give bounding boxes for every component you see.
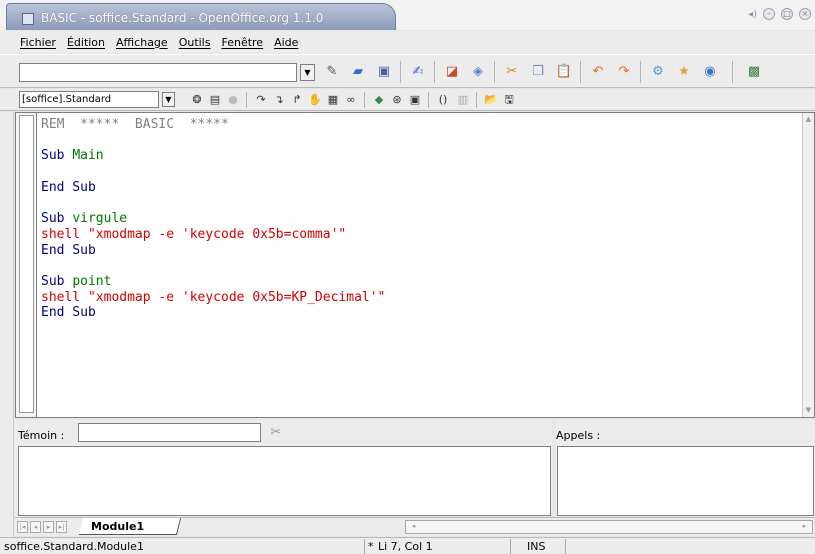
watch-label: Témoin : xyxy=(18,429,65,442)
code-line[interactable]: Sub virgule xyxy=(41,211,385,227)
code-line[interactable] xyxy=(41,133,385,149)
code-line[interactable]: Sub Main xyxy=(41,148,385,164)
open-folder-icon[interactable]: ▰ xyxy=(348,62,368,82)
close-button[interactable]: × xyxy=(799,8,811,20)
menu-bar: Fichier Édition Affichage Outils Fenêtre… xyxy=(0,31,815,53)
first-tab-icon[interactable]: |◂ xyxy=(17,521,28,533)
scroll-right-icon[interactable]: ▸ xyxy=(799,521,810,533)
menu-aide[interactable]: Aide xyxy=(274,36,298,49)
status-insert-mode[interactable]: INS xyxy=(527,540,545,553)
code-line[interactable]: End Sub xyxy=(41,305,385,321)
code-line[interactable]: End Sub xyxy=(41,243,385,259)
left-frame-edge xyxy=(0,112,14,537)
horizontal-scrollbar[interactable]: ◂ ▸ xyxy=(405,520,813,534)
modules-icon[interactable]: ▣ xyxy=(408,92,422,107)
status-modified-marker: * xyxy=(368,540,374,553)
code-line[interactable] xyxy=(41,196,385,212)
print-icon[interactable]: ◈ xyxy=(468,62,488,82)
status-position: Li 7, Col 1 xyxy=(378,540,433,553)
edit-document-icon[interactable]: ✍ xyxy=(408,62,428,82)
code-line[interactable]: shell "xmodmap -e 'keycode 0x5b=KP_Decim… xyxy=(41,290,385,306)
window-title-tab[interactable]: BASIC - soffice.Standard - OpenOffice.or… xyxy=(6,3,396,30)
speaker-icon[interactable]: ◂) xyxy=(748,9,757,20)
next-tab-icon[interactable]: ▸ xyxy=(43,521,54,533)
prev-tab-icon[interactable]: ◂ xyxy=(30,521,41,533)
title-bar: BASIC - soffice.Standard - OpenOffice.or… xyxy=(0,0,815,30)
window-menu-icon[interactable] xyxy=(22,13,34,25)
calls-pane: Appels : xyxy=(556,420,815,517)
maximize-button[interactable]: □ xyxy=(781,8,793,20)
insert-controls-icon[interactable]: ▥ xyxy=(456,92,470,107)
navigator-icon[interactable]: ⚙ xyxy=(648,62,668,82)
step-into-icon[interactable]: ↴ xyxy=(272,92,286,107)
code-line[interactable]: End Sub xyxy=(41,180,385,196)
tab-module1-label: Module1 xyxy=(91,520,145,533)
code-line[interactable]: Sub point xyxy=(41,274,385,290)
redo-icon[interactable]: ↷ xyxy=(614,62,634,82)
insert-source-file-icon[interactable]: 📂 xyxy=(484,92,498,107)
scroll-up-icon[interactable]: ▲ xyxy=(804,115,813,124)
breakpoint-icon[interactable]: ✋ xyxy=(308,92,322,107)
code-editor[interactable]: REM ***** BASIC ***** Sub Main End Sub S… xyxy=(15,112,815,418)
function-toolbar: ▼ ✎ ▰ ▣ ✍ ◪ ◈ ✂ ❐ 📋 ↶ ↷ ⚙ ★ ◉ ▩ xyxy=(0,54,815,88)
data-sources-icon[interactable]: ◉ xyxy=(700,62,720,82)
menu-affichage[interactable]: Affichage xyxy=(116,36,168,49)
macro-toolbar: [soffice].Standard ▼ ❂ ▤ ● ↷ ↴ ↱ ✋ ▦ ∞ ◆… xyxy=(0,89,815,111)
library-dropdown-button[interactable]: ▼ xyxy=(162,92,175,107)
code-line[interactable] xyxy=(41,164,385,180)
code-line[interactable]: shell "xmodmap -e 'keycode 0x5b=comma'" xyxy=(41,227,385,243)
object-catalog-icon[interactable]: ◆ xyxy=(372,92,386,107)
stop-icon[interactable]: ● xyxy=(226,92,240,107)
url-dropdown-button[interactable]: ▼ xyxy=(300,64,315,81)
calls-label: Appels : xyxy=(556,429,601,442)
url-input[interactable] xyxy=(19,63,297,82)
library-select[interactable]: [soffice].Standard xyxy=(19,91,159,108)
save-source-as-icon[interactable]: 🖫 xyxy=(502,92,516,107)
enable-watch-icon[interactable]: ∞ xyxy=(344,92,358,107)
step-over-icon[interactable]: ↷ xyxy=(254,92,268,107)
menu-edition[interactable]: Édition xyxy=(67,36,105,49)
find-parentheses-icon[interactable]: () xyxy=(436,92,450,107)
run-basic-icon[interactable]: ▤ xyxy=(208,92,222,107)
watch-list[interactable] xyxy=(18,446,551,516)
cut-icon[interactable]: ✂ xyxy=(502,62,522,82)
module-tab-bar: |◂ ◂ ▸ ▸| Module1 ◂ ▸ xyxy=(15,517,815,536)
code-line[interactable] xyxy=(41,258,385,274)
copy-icon[interactable]: ❐ xyxy=(528,62,548,82)
menu-fichier[interactable]: Fichier xyxy=(20,36,56,49)
save-icon[interactable]: ▣ xyxy=(374,62,394,82)
last-tab-icon[interactable]: ▸| xyxy=(56,521,67,533)
gallery-icon[interactable]: ★ xyxy=(674,62,694,82)
compile-icon[interactable]: ❂ xyxy=(190,92,204,107)
watch-input[interactable] xyxy=(78,423,261,442)
minimize-button[interactable]: – xyxy=(763,8,775,20)
watch-pane: Témoin : ✂ xyxy=(15,420,552,517)
calls-list[interactable] xyxy=(557,446,814,516)
stylist-icon[interactable]: ▩ xyxy=(744,62,764,82)
remove-watch-icon[interactable]: ✂ xyxy=(267,423,285,442)
status-bar: soffice.Standard.Module1 * Li 7, Col 1 I… xyxy=(0,537,815,554)
window-title: BASIC - soffice.Standard - OpenOffice.or… xyxy=(41,11,324,25)
paste-icon[interactable]: 📋 xyxy=(554,62,574,82)
scroll-left-icon[interactable]: ◂ xyxy=(408,521,419,533)
code-area[interactable]: REM ***** BASIC ***** Sub Main End Sub S… xyxy=(41,117,385,321)
export-pdf-icon[interactable]: ◪ xyxy=(442,62,462,82)
edit-file-icon[interactable]: ✎ xyxy=(322,62,342,82)
vertical-scrollbar[interactable]: ▲ ▼ xyxy=(802,113,814,417)
step-out-icon[interactable]: ↱ xyxy=(290,92,304,107)
menu-outils[interactable]: Outils xyxy=(179,36,211,49)
macros-icon[interactable]: ⊛ xyxy=(390,92,404,107)
menu-fenetre[interactable]: Fenêtre xyxy=(221,36,263,49)
scroll-down-icon[interactable]: ▼ xyxy=(804,406,813,415)
code-line[interactable]: REM ***** BASIC ***** xyxy=(41,117,385,133)
undo-icon[interactable]: ↶ xyxy=(588,62,608,82)
window-controls: ◂) – □ × xyxy=(748,8,811,20)
manage-breakpoints-icon[interactable]: ▦ xyxy=(326,92,340,107)
status-module-path: soffice.Standard.Module1 xyxy=(4,540,144,553)
breakpoint-gutter[interactable] xyxy=(16,113,37,417)
